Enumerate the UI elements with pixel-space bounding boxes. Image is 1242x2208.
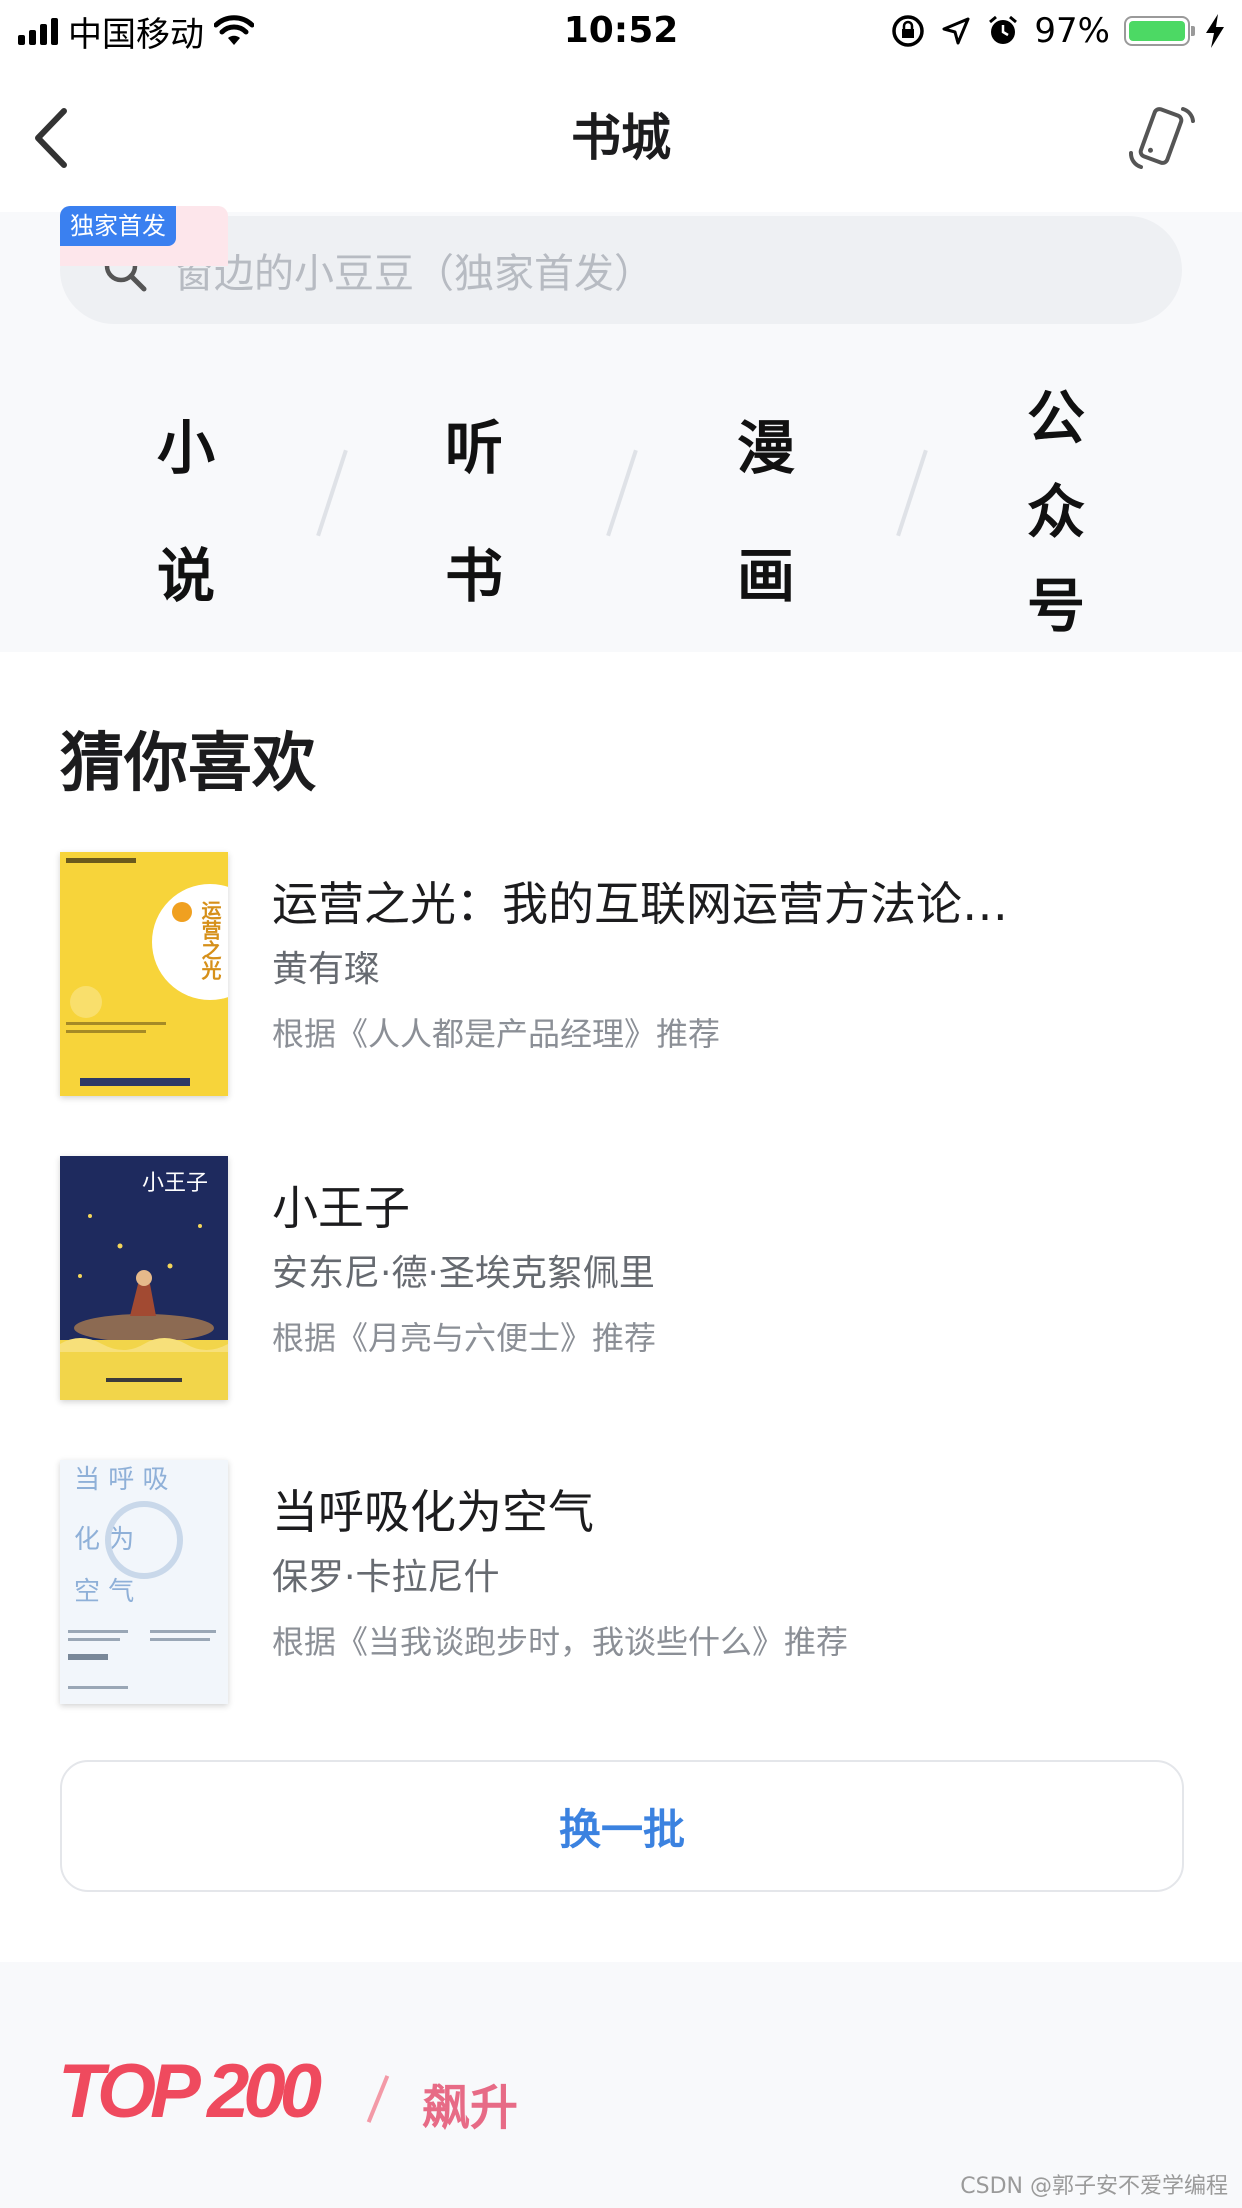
book-reason: 根据《月亮与六便士》推荐	[272, 1319, 657, 1357]
status-right: 97%	[890, 8, 1226, 54]
book-cover: 小王子	[60, 1156, 228, 1400]
category-novel[interactable]: 小 说	[126, 362, 246, 652]
svg-text:小王子: 小王子	[142, 1171, 208, 1196]
top200-book-card[interactable]: 独家首发	[60, 206, 228, 266]
refresh-button[interactable]: 换一批	[60, 1760, 1184, 1892]
book-item[interactable]: 小王子 小王子 安东尼·德·圣埃克絮佩里 根据《月亮与六便士》推荐	[60, 1156, 1182, 1400]
book-author: 安东尼·德·圣埃克絮佩里	[272, 1253, 655, 1294]
category-comics[interactable]: 漫 画	[706, 362, 826, 652]
section-title: 猜你喜欢	[60, 726, 316, 801]
book-cover-art: 小王子	[60, 1156, 228, 1400]
status-bar: 中国移动 10:52 97%	[0, 0, 1242, 62]
location-icon	[942, 17, 970, 45]
category-official-accounts[interactable]: 公 众 号	[996, 362, 1116, 652]
category-audiobook[interactable]: 听 书	[414, 362, 534, 652]
recommend-section: 猜你喜欢 运营之光 运营之光：我的互联网运营方法论… 黄有璨 根据《人人都是产品…	[0, 652, 1242, 1962]
book-item[interactable]: 当 呼 吸 化 为 空 气 当呼吸化为空气 保罗·卡拉尼什 根据《当我谈跑步时，…	[60, 1460, 1182, 1704]
book-title: 当呼吸化为空气	[272, 1485, 594, 1539]
phone-rotate-icon	[1129, 107, 1195, 169]
category-divider	[316, 449, 348, 537]
book-cover: 当 呼 吸 化 为 空 气	[60, 1460, 228, 1704]
search-input[interactable]: 窗边的小豆豆（独家首发）	[60, 216, 1182, 324]
search-placeholder: 窗边的小豆豆（独家首发）	[174, 251, 654, 297]
rotation-lock-icon	[892, 15, 925, 47]
watermark: CSDN @郭子安不爱学编程	[960, 2174, 1228, 2199]
charging-icon	[1206, 14, 1224, 48]
top200-divider	[366, 2075, 390, 2123]
nav-bar: 书城	[0, 62, 1242, 212]
category-char: 说	[156, 542, 215, 610]
category-char: 小	[156, 414, 215, 482]
book-cover-art: 运营之光	[60, 852, 228, 1096]
book-author: 黄有璨	[272, 949, 381, 990]
book-title: 运营之光：我的互联网运营方法论…	[272, 877, 1008, 931]
book-author: 保罗·卡拉尼什	[272, 1557, 500, 1598]
category-char: 号	[1026, 572, 1085, 640]
category-divider	[896, 449, 928, 537]
book-cover: 运营之光	[60, 852, 228, 1096]
alarm-icon	[989, 15, 1018, 44]
book-cover-art: 当 呼 吸 化 为 空 气	[60, 1460, 228, 1704]
category-char: 漫	[736, 414, 795, 482]
svg-text:空 气: 空 气	[74, 1577, 134, 1607]
category-char: 画	[736, 542, 795, 610]
svg-text:运营之光: 运营之光	[198, 900, 222, 980]
category-char: 书	[444, 542, 503, 610]
battery-icon	[1124, 16, 1195, 46]
svg-text:化 为: 化 为	[74, 1525, 134, 1555]
book-title: 小王子	[272, 1181, 410, 1235]
exclusive-badge: 独家首发	[60, 206, 176, 246]
category-char: 众	[1026, 478, 1085, 546]
book-reason: 根据《人人都是产品经理》推荐	[272, 1015, 721, 1053]
svg-text:当 呼 吸: 当 呼 吸	[74, 1465, 169, 1495]
battery-percent: 97%	[1034, 11, 1110, 51]
top200-logo[interactable]: TOP 200	[58, 2048, 322, 2135]
category-strip: 小 说 听 书 漫 画 公 众 号	[0, 362, 1242, 652]
book-item[interactable]: 运营之光 运营之光：我的互联网运营方法论… 黄有璨 根据《人人都是产品经理》推荐	[60, 852, 1182, 1096]
category-char: 公	[1026, 384, 1085, 452]
category-char: 听	[444, 414, 503, 482]
top200-subtitle[interactable]: 飙升	[422, 2068, 518, 2138]
category-divider	[606, 449, 638, 537]
device-sync-button[interactable]	[1122, 98, 1202, 178]
book-reason: 根据《当我谈跑步时，我谈些什么》推荐	[272, 1623, 849, 1661]
page-title: 书城	[571, 108, 671, 167]
